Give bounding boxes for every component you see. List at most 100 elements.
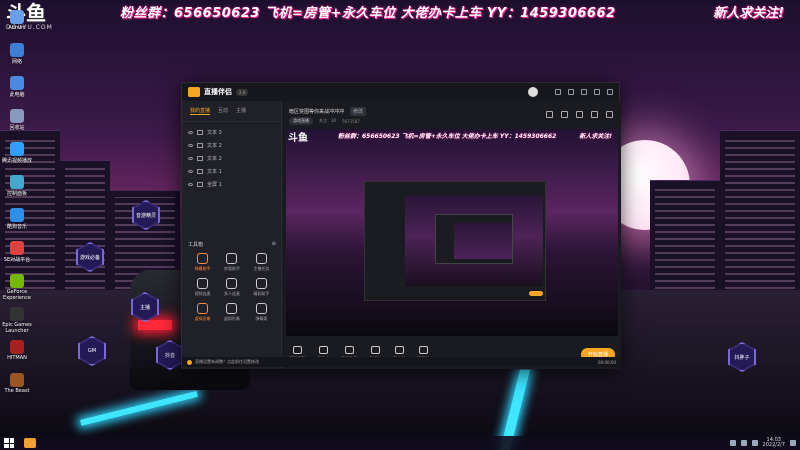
tab-host[interactable]: 主播	[236, 107, 246, 115]
bell-icon[interactable]	[591, 111, 598, 118]
settings-icon[interactable]	[568, 89, 574, 95]
clock[interactable]: 14:03 2022/2/7	[763, 438, 785, 448]
stream-preview[interactable]: 斗鱼 粉丝群：656650623 飞机=房管+永久车位 大佬办卡上车 YY：14…	[286, 129, 618, 336]
tool-item[interactable]: 虚拟形象	[217, 303, 246, 322]
tool-icon	[197, 303, 209, 314]
eye-icon[interactable]	[188, 183, 193, 186]
category-pill[interactable]: 游戏直播	[289, 117, 313, 125]
app-name: 直播伴侣	[204, 88, 232, 96]
app-icon	[10, 373, 24, 387]
tool-item[interactable]: 多人连麦	[217, 278, 246, 297]
layout-icon[interactable]	[546, 111, 553, 118]
tool-icon	[255, 253, 267, 264]
nested-window-2	[435, 214, 513, 264]
hex-button-label: 主播	[139, 304, 150, 311]
phone-icon	[344, 346, 354, 354]
avatar[interactable]	[528, 87, 538, 97]
toolbox-collapse-icon[interactable]: ⊖	[272, 241, 276, 248]
desktop-icon[interactable]: 此电脑	[2, 76, 32, 98]
desktop-icon-label: 控制面板	[6, 191, 27, 197]
status-text[interactable]: 直播设置有调整？点此前往设置修改	[195, 359, 259, 365]
desktop-icon-label: 酷狗音乐	[6, 224, 27, 230]
tool-icon	[255, 303, 267, 314]
media-icon	[370, 346, 380, 354]
room-title: 暗区突围等你来战冲冲冲	[289, 109, 345, 115]
tool-icon	[226, 253, 238, 264]
source-icon	[197, 182, 203, 187]
left-tabs: 我的直播 互动 主播	[182, 101, 281, 122]
maximize-icon[interactable]	[594, 89, 600, 95]
tab-my-live[interactable]: 我的直播	[190, 107, 211, 115]
desktop-icon-label: 回收站	[9, 125, 25, 131]
desktop-icon[interactable]: 回收站	[2, 109, 32, 131]
hex-button-label: 游戏必备	[79, 254, 100, 261]
scene-item[interactable]: 文本 3	[182, 126, 281, 139]
app-version-badge: 2.0	[236, 88, 249, 96]
app-icon	[10, 76, 24, 90]
eye-icon[interactable]	[188, 157, 193, 160]
desktop-icon[interactable]: 腾讯视频播放	[2, 142, 32, 164]
desktop-icon[interactable]: 酷狗音乐	[2, 208, 32, 230]
tool-label: 多人连麦	[223, 291, 240, 296]
eye-icon[interactable]	[188, 170, 193, 173]
scene-item[interactable]: 文本 2	[182, 139, 281, 152]
scene-item[interactable]: 文本 2	[182, 152, 281, 165]
tool-item[interactable]: 弹幕助手	[188, 253, 217, 272]
tool-item[interactable]: 弹幕姬	[247, 303, 276, 322]
building	[720, 130, 800, 300]
menu-icon[interactable]	[555, 89, 561, 95]
scene-label: 文本 2	[207, 156, 222, 162]
source-icon	[197, 143, 203, 148]
shield-icon[interactable]	[729, 440, 736, 446]
scene-item[interactable]: 文本 1	[182, 165, 281, 178]
desktop-icon[interactable]: Epic Games Launcher	[2, 307, 32, 334]
tool-label: 弹幕助手	[194, 266, 211, 271]
close-icon[interactable]	[607, 89, 613, 95]
desktop-icon[interactable]: The Beast	[2, 373, 32, 394]
fullscreen-icon[interactable]	[606, 111, 613, 118]
desktop-icon[interactable]: Admini	[2, 10, 32, 31]
scene-label: 文本 3	[207, 130, 222, 136]
desktop-icon[interactable]: 5E对战平台	[2, 241, 32, 263]
network-icon[interactable]	[740, 440, 747, 446]
app-icon	[10, 142, 24, 156]
scene-item[interactable]: 全屏 1	[182, 178, 281, 191]
live-companion-window: 直播伴侣 2.0 我的直播 互动 主播 文本 3 文本 2 文本 2 文本 1 …	[181, 82, 621, 369]
tab-interact[interactable]: 互动	[218, 107, 228, 115]
app-icon	[10, 175, 24, 189]
notification-icon[interactable]	[790, 440, 796, 446]
desktop-icon[interactable]: 网络	[2, 43, 32, 65]
room-title-row: 暗区突围等你来战冲冲冲 修改	[289, 107, 367, 116]
tool-item[interactable]: 虚拟形象	[188, 303, 217, 322]
main-panel: 暗区突围等你来战冲冲冲 修改 游戏直播 关注：30 5671587 斗鱼 粉丝群…	[283, 101, 621, 369]
preview-banner-right: 新人求关注!	[579, 133, 612, 140]
monitor-icon	[292, 346, 302, 354]
toolbox-grid: 弹幕助手 房管助手 主播任务 视频连麦 多人连麦 精彩助手 虚拟形象 虚拟形象 弹幕姬	[188, 253, 276, 322]
tool-item[interactable]: 视频连麦	[188, 278, 217, 297]
desktop-icon[interactable]: 控制面板	[2, 175, 32, 197]
source-icon	[197, 130, 203, 135]
windows-start-icon[interactable]	[4, 438, 14, 448]
grid-icon[interactable]	[561, 111, 568, 118]
gift-icon[interactable]	[576, 111, 583, 118]
desktop-icon[interactable]: GeForce Experience	[2, 274, 32, 301]
main-toolbar	[546, 111, 613, 118]
desktop-icon-label: HITMAN	[7, 355, 27, 361]
preview-douyu-logo: 斗鱼	[288, 133, 308, 144]
tool-item[interactable]: 房管助手	[217, 253, 246, 272]
camera-icon	[318, 346, 328, 354]
minimize-icon[interactable]	[581, 89, 587, 95]
taskbar-app-icon[interactable]	[24, 438, 36, 448]
eye-icon[interactable]	[188, 131, 193, 134]
volume-icon[interactable]	[751, 440, 758, 446]
scene-label: 文本 1	[207, 169, 222, 175]
eye-icon[interactable]	[188, 144, 193, 147]
live-timer: 00:00:00	[598, 359, 616, 365]
hex-button-label: GM	[87, 348, 97, 354]
app-icon	[10, 307, 24, 321]
desktop-icon[interactable]: HITMAN	[2, 340, 32, 361]
tool-item[interactable]: 精彩助手	[247, 278, 276, 297]
tool-item[interactable]: 主播任务	[247, 253, 276, 272]
app-icon	[10, 43, 24, 57]
edit-title-button[interactable]: 修改	[350, 107, 367, 116]
